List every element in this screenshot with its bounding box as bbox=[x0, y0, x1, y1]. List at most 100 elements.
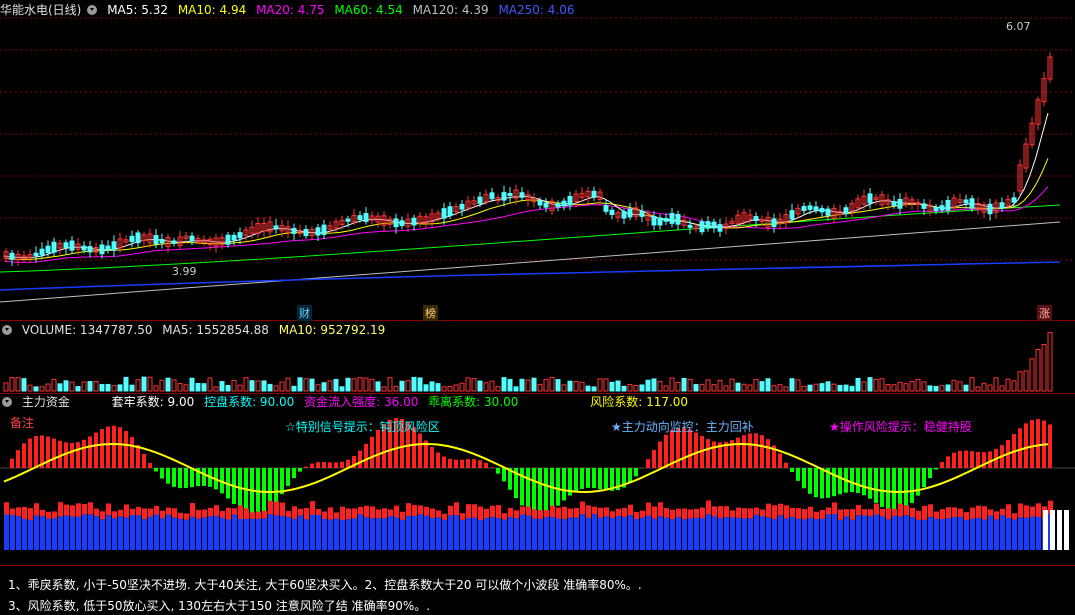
hold-bar-top bbox=[652, 506, 657, 519]
hold-bar bbox=[622, 516, 627, 550]
white-bar bbox=[1064, 510, 1069, 550]
bear-bar bbox=[538, 468, 542, 516]
bear-bar bbox=[874, 468, 878, 503]
hold-bar-top bbox=[724, 506, 729, 518]
hold-bar bbox=[376, 518, 381, 550]
volume-bar bbox=[255, 380, 261, 392]
hold-bar-top bbox=[886, 508, 891, 520]
volume-bar bbox=[393, 385, 399, 392]
event-tag-zhang[interactable]: 涨 bbox=[1037, 305, 1052, 321]
hold-bar bbox=[334, 518, 339, 550]
bull-bar bbox=[322, 461, 326, 468]
chart-canvas[interactable] bbox=[0, 0, 1075, 615]
bear-bar bbox=[910, 468, 914, 503]
hold-bar-top bbox=[862, 509, 867, 516]
volume-bar bbox=[471, 378, 477, 392]
volume-bar bbox=[669, 377, 675, 392]
hold-bar-top bbox=[22, 507, 27, 519]
hold-bar-top bbox=[580, 501, 585, 515]
hold-bar bbox=[166, 514, 171, 550]
hold-bar bbox=[52, 518, 57, 550]
hold-bar-top bbox=[676, 508, 681, 517]
bull-bar bbox=[454, 459, 458, 468]
bull-bar bbox=[664, 434, 668, 468]
volume-bar bbox=[645, 379, 651, 392]
volume-bar bbox=[597, 378, 603, 392]
volume-bar bbox=[369, 378, 375, 392]
hold-bar-top bbox=[4, 502, 9, 515]
volume-bar bbox=[693, 384, 699, 392]
hold-bar bbox=[676, 516, 681, 550]
event-tag-cai[interactable]: 财 bbox=[297, 305, 312, 321]
hold-bar bbox=[214, 516, 219, 550]
footer-note-line-1: 1、乖戾系数, 小于-50坚决不进场. 大于40关注, 大于60坚决买入。2、控… bbox=[8, 578, 642, 592]
volume-bar bbox=[135, 379, 141, 392]
hold-bar bbox=[826, 514, 831, 550]
hold-bar-top bbox=[82, 503, 87, 515]
volume-bar bbox=[399, 380, 405, 392]
hold-bar-top bbox=[538, 510, 543, 519]
hold-bar bbox=[196, 518, 201, 550]
volume-bar bbox=[765, 378, 771, 392]
volume-bar bbox=[69, 381, 75, 392]
bear-bar bbox=[598, 468, 602, 490]
hold-bar-top bbox=[694, 508, 699, 518]
hold-bar bbox=[760, 516, 765, 550]
hold-bar bbox=[850, 519, 855, 550]
hold-bar-top bbox=[670, 509, 675, 520]
volume-bar bbox=[543, 379, 549, 392]
hold-bar-top bbox=[220, 511, 225, 518]
hold-bar bbox=[580, 514, 585, 550]
signal-hint: ☆特别信号提示：钝顶风险区 bbox=[285, 420, 440, 434]
bull-bar bbox=[358, 450, 362, 468]
hold-bar bbox=[304, 519, 309, 550]
volume-bar bbox=[969, 377, 975, 392]
volume-bar bbox=[795, 379, 801, 392]
volume-bar bbox=[261, 380, 267, 392]
volume-bar bbox=[1023, 370, 1029, 392]
hold-bar bbox=[544, 517, 549, 550]
hold-bar-top bbox=[814, 511, 819, 520]
candle-body bbox=[105, 245, 111, 251]
candle-body bbox=[153, 235, 159, 245]
hold-bar bbox=[514, 518, 519, 550]
bull-bar bbox=[340, 461, 344, 468]
volume-dropdown-icon[interactable] bbox=[2, 324, 12, 335]
hold-bar bbox=[550, 516, 555, 550]
hold-bar bbox=[646, 515, 651, 550]
bull-bar bbox=[76, 442, 80, 468]
hold-bar bbox=[688, 518, 693, 550]
price-high-label: 6.07 bbox=[1006, 20, 1031, 33]
candle-body bbox=[321, 224, 327, 235]
hold-bar-top bbox=[856, 504, 861, 516]
event-tag-bang[interactable]: 榜 bbox=[423, 305, 438, 321]
volume-bar bbox=[903, 383, 909, 392]
hold-bar-top bbox=[976, 505, 981, 518]
hold-bar-top bbox=[514, 510, 519, 519]
bull-bar bbox=[124, 431, 128, 468]
bull-bar bbox=[46, 436, 50, 468]
hold-bar bbox=[712, 516, 717, 550]
hold-bar-top bbox=[1036, 503, 1041, 517]
bull-bar bbox=[442, 456, 446, 468]
volume-bar bbox=[615, 380, 621, 392]
candle-body bbox=[489, 192, 495, 200]
volume-bar bbox=[195, 382, 201, 392]
hold-bar-top bbox=[826, 507, 831, 515]
bull-bar bbox=[754, 433, 758, 468]
candle-body bbox=[363, 213, 369, 222]
volume-bar bbox=[771, 385, 777, 392]
hold-bar-top bbox=[124, 504, 129, 518]
volume-bar bbox=[495, 386, 501, 392]
hold-bar-top bbox=[208, 507, 213, 517]
candle-body bbox=[507, 192, 513, 197]
volume-bar bbox=[999, 385, 1005, 392]
volume-bar bbox=[639, 384, 645, 392]
candle-body bbox=[603, 205, 609, 212]
hold-bar bbox=[532, 518, 537, 550]
volume-bar bbox=[591, 386, 597, 392]
hold-bar-top bbox=[226, 507, 231, 520]
indicator-dropdown-icon[interactable] bbox=[2, 396, 12, 407]
hold-bar bbox=[484, 518, 489, 550]
hold-bar-top bbox=[598, 507, 603, 518]
